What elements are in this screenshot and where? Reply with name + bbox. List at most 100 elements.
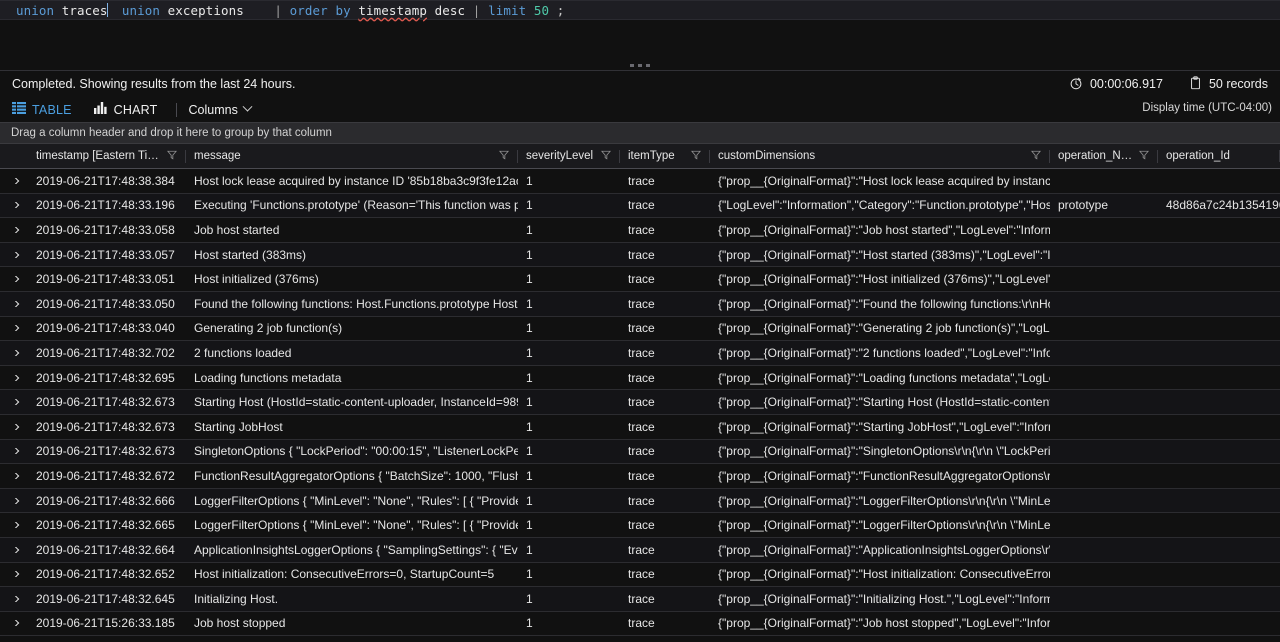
query-token: 50 bbox=[533, 2, 550, 18]
row-expand-toggle[interactable] bbox=[0, 276, 28, 283]
cell-severityLevel: 1 bbox=[526, 395, 533, 410]
column-header-timestamp[interactable]: timestamp [Eastern Time (US... bbox=[28, 149, 186, 163]
table-row[interactable]: 2019-06-21T17:48:38.384 Host lock lease a… bbox=[0, 169, 1280, 194]
row-expand-toggle[interactable] bbox=[0, 546, 28, 553]
row-expand-toggle[interactable] bbox=[0, 300, 28, 307]
table-row[interactable]: 2019-06-21T17:48:32.673 Starting JobHost 1… bbox=[0, 415, 1280, 440]
table-row[interactable]: 2019-06-21T17:48:32.666 LoggerFilterOptio… bbox=[0, 488, 1280, 514]
cell-timestamp: 2019-06-21T17:48:33.051 bbox=[36, 272, 175, 287]
table-row[interactable]: 2019-06-21T17:48:33.057 Host started (383… bbox=[0, 242, 1280, 268]
cell-timestamp: 2019-06-21T17:48:32.666 bbox=[36, 493, 175, 508]
query-token bbox=[480, 3, 488, 18]
column-header-itemType[interactable]: itemType bbox=[620, 149, 710, 163]
table-row[interactable]: 2019-06-21T15:26:33.185 Job host stopped 1… bbox=[0, 612, 1280, 637]
cell-message: Executing 'Functions.prototype' (Reason=… bbox=[194, 198, 518, 213]
tab-chart[interactable]: CHART bbox=[93, 99, 168, 121]
row-expand-toggle[interactable] bbox=[0, 522, 28, 529]
query-token: union bbox=[121, 2, 160, 18]
cell-itemType: trace bbox=[628, 616, 655, 631]
cell-customDimensions: {"prop__{OriginalFormat}":"LoggerFilterO… bbox=[718, 518, 1050, 533]
tab-table[interactable]: TABLE bbox=[12, 99, 82, 121]
grid-body: 2019-06-21T17:48:38.384 Host lock lease a… bbox=[0, 169, 1280, 637]
cell-customDimensions: {"prop__{OriginalFormat}":"Found the fol… bbox=[718, 296, 1050, 311]
row-expand-toggle[interactable] bbox=[0, 423, 28, 430]
columns-dropdown[interactable]: Columns bbox=[189, 101, 253, 117]
query-token: ; bbox=[556, 2, 565, 18]
results-grid: timestamp [Eastern Time (US... message sev… bbox=[0, 144, 1280, 637]
table-row[interactable]: 2019-06-21T17:48:33.051 Host initialized … bbox=[0, 267, 1280, 292]
filter-funnel-icon[interactable] bbox=[1138, 150, 1150, 163]
filter-funnel-icon[interactable] bbox=[498, 150, 510, 163]
query-input-line[interactable]: union traces union exceptions | order by… bbox=[0, 0, 1280, 20]
cell-customDimensions: {"prop__{OriginalFormat}":"SingletonOpti… bbox=[718, 444, 1050, 459]
splitter-grip-icon[interactable] bbox=[630, 64, 650, 67]
row-expand-toggle[interactable] bbox=[0, 472, 28, 479]
table-row[interactable]: 2019-06-21T17:48:32.673 SingletonOptions … bbox=[0, 439, 1280, 465]
row-expand-toggle[interactable] bbox=[0, 620, 28, 627]
cell-message: Host initialization: ConsecutiveErrors=0… bbox=[194, 567, 495, 582]
cell-message: LoggerFilterOptions { "MinLevel": "None"… bbox=[194, 493, 518, 508]
filter-funnel-icon[interactable] bbox=[1030, 150, 1042, 163]
query-token: by bbox=[335, 2, 351, 18]
row-expand-toggle[interactable] bbox=[0, 325, 28, 332]
cell-message: Generating 2 job function(s) bbox=[194, 321, 343, 336]
row-expand-toggle[interactable] bbox=[0, 226, 28, 233]
chevron-right-icon bbox=[10, 251, 19, 258]
cell-severityLevel: 1 bbox=[526, 616, 533, 631]
table-row[interactable]: 2019-06-21T17:48:33.050 Found the followi… bbox=[0, 291, 1280, 317]
row-expand-toggle[interactable] bbox=[0, 448, 28, 455]
row-expand-toggle[interactable] bbox=[0, 399, 28, 406]
cell-severityLevel: 1 bbox=[526, 542, 533, 557]
table-row[interactable]: 2019-06-21T17:48:32.695 Loading functions… bbox=[0, 366, 1280, 391]
table-row[interactable]: 2019-06-21T17:48:33.040 Generating 2 job … bbox=[0, 317, 1280, 342]
chevron-right-icon bbox=[10, 177, 19, 184]
group-by-dropzone[interactable]: Drag a column header and drop it here to… bbox=[0, 122, 1280, 144]
row-expand-toggle[interactable] bbox=[0, 571, 28, 578]
row-expand-toggle[interactable] bbox=[0, 251, 28, 258]
table-row[interactable]: 2019-06-21T17:48:33.058 Job host started 1… bbox=[0, 218, 1280, 243]
cell-operation_Id: 48d86a7c24b1354196e9c bbox=[1166, 198, 1280, 213]
query-token bbox=[244, 3, 275, 18]
row-expand-toggle[interactable] bbox=[0, 349, 28, 356]
cell-timestamp: 2019-06-21T17:48:32.672 bbox=[36, 468, 175, 483]
pane-splitter[interactable] bbox=[0, 57, 1280, 71]
row-expand-toggle[interactable] bbox=[0, 202, 28, 209]
cell-customDimensions: {"prop__{OriginalFormat}":"2 functions l… bbox=[718, 345, 1050, 360]
cell-timestamp: 2019-06-21T17:48:32.664 bbox=[36, 542, 175, 557]
cell-message: SingletonOptions { "LockPeriod": "00:00:… bbox=[194, 444, 518, 459]
row-expand-toggle[interactable] bbox=[0, 497, 28, 504]
cell-itemType: trace bbox=[628, 222, 655, 237]
table-row[interactable]: 2019-06-21T17:48:32.664 ApplicationInsigh… bbox=[0, 537, 1280, 563]
cell-severityLevel: 1 bbox=[526, 370, 533, 385]
cell-itemType: trace bbox=[628, 173, 655, 188]
cell-message: LoggerFilterOptions { "MinLevel": "None"… bbox=[194, 518, 518, 533]
filter-funnel-icon[interactable] bbox=[600, 150, 612, 163]
column-header-message[interactable]: message bbox=[186, 149, 518, 163]
cell-severityLevel: 1 bbox=[526, 296, 533, 311]
cell-customDimensions: {"prop__{OriginalFormat}":"Host initiali… bbox=[718, 567, 1050, 582]
table-row[interactable]: 2019-06-21T17:48:32.702 2 functions loade… bbox=[0, 341, 1280, 366]
table-row[interactable]: 2019-06-21T17:48:32.672 FunctionResultAgg… bbox=[0, 464, 1280, 489]
column-header-operation_Name[interactable]: operation_Name bbox=[1050, 149, 1158, 163]
chevron-right-icon bbox=[10, 276, 19, 283]
cell-timestamp: 2019-06-21T17:48:33.196 bbox=[36, 198, 175, 213]
table-row[interactable]: 2019-06-21T17:48:33.196 Executing 'Functi… bbox=[0, 193, 1280, 219]
filter-funnel-icon[interactable] bbox=[690, 150, 702, 163]
table-row[interactable]: 2019-06-21T17:48:32.652 Host initializati… bbox=[0, 563, 1280, 588]
chevron-right-icon bbox=[10, 374, 19, 381]
query-token: union bbox=[16, 2, 55, 18]
table-row[interactable]: 2019-06-21T17:48:32.673 Starting Host (Ho… bbox=[0, 390, 1280, 415]
table-row[interactable]: 2019-06-21T17:48:32.645 Initializing Host… bbox=[0, 587, 1280, 612]
row-expand-toggle[interactable] bbox=[0, 595, 28, 602]
row-expand-toggle[interactable] bbox=[0, 177, 28, 184]
column-header-label: itemType bbox=[628, 150, 675, 162]
query-editor[interactable]: union traces union exceptions | order by… bbox=[0, 0, 1280, 57]
column-header-customDimensions[interactable]: customDimensions bbox=[710, 149, 1050, 163]
table-row[interactable]: 2019-06-21T17:48:32.665 LoggerFilterOptio… bbox=[0, 513, 1280, 538]
filter-funnel-icon[interactable] bbox=[166, 150, 178, 163]
column-header-severityLevel[interactable]: severityLevel bbox=[518, 149, 620, 163]
cell-itemType: trace bbox=[628, 567, 655, 582]
row-expand-toggle[interactable] bbox=[0, 374, 28, 381]
column-header-operation_Id[interactable]: operation_Id bbox=[1158, 150, 1280, 162]
query-token bbox=[107, 3, 122, 18]
